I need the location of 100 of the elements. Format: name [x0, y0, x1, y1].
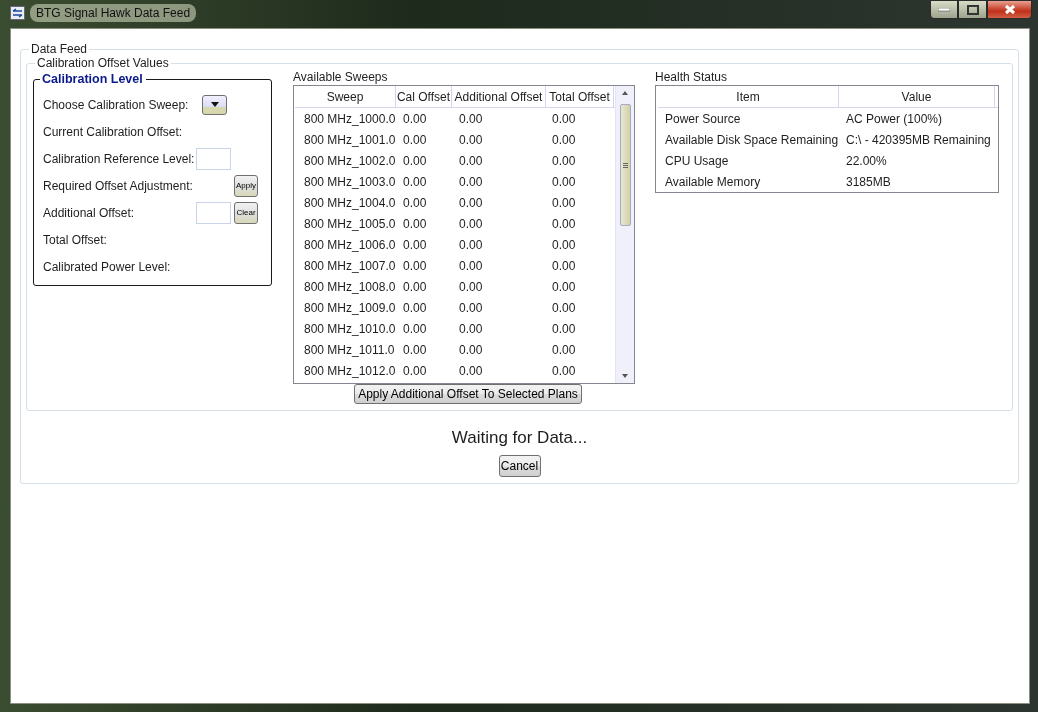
table-cell-text: AC Power (100%): [845, 111, 944, 126]
table-cell-text: 0.00: [551, 237, 577, 252]
table-cell-text: 0.00: [458, 174, 484, 189]
table-cell-text: 0.00: [458, 258, 484, 273]
table-cell-text: 0.00: [551, 195, 577, 210]
cancel-button[interactable]: Cancel: [498, 455, 541, 477]
input-field[interactable]: [196, 147, 231, 170]
grip-icon: [622, 162, 628, 168]
table-cell-text: 800 MHz_1000.0: [303, 111, 396, 126]
table-cell-text: 0.00: [551, 111, 577, 126]
apply-offset-button[interactable]: Apply Additional Offset To Selected Plans: [354, 384, 582, 404]
window-title: BTG Signal Hawk Data Feed: [30, 4, 197, 22]
table-cell-text: 0.00: [402, 321, 428, 336]
table-cell-text: 0.00: [551, 153, 577, 168]
table-cell-text: 0.00: [458, 321, 484, 336]
table-cell-text: 0.00: [402, 279, 428, 294]
table-cell-text: 0.00: [551, 216, 577, 231]
table-cell-text: 0.00: [402, 237, 428, 252]
table-cell-text: 3185MB: [845, 174, 892, 189]
table-cell-text: 800 MHz_1004.0: [303, 195, 396, 210]
table-cell-text: 800 MHz_1001.0: [303, 132, 396, 147]
table-cell-text: 0.00: [402, 174, 428, 189]
field-label: Current Calibration Offset:: [43, 124, 184, 139]
column-header[interactable]: Additional Offset: [452, 86, 546, 107]
table-cell-text: 0.00: [402, 111, 428, 126]
table-cell-text: 0.00: [402, 216, 428, 231]
input-field[interactable]: [196, 201, 231, 224]
table-cell-text: 0.00: [402, 342, 428, 357]
table-cell-text: 0.00: [551, 321, 577, 336]
table-cell-text: 0.00: [551, 363, 577, 378]
table-cell-text: 0.00: [551, 132, 577, 147]
table-cell-text: 0.00: [458, 132, 484, 147]
table-cell-text: 0.00: [402, 153, 428, 168]
table-cell-text: 0.00: [458, 111, 484, 126]
field-label: Choose Calibration Sweep:: [43, 97, 190, 112]
table-cell-text: 800 MHz_1006.0: [303, 237, 396, 252]
table-cell-text: 0.00: [551, 300, 577, 315]
table-cell-text: 0.00: [402, 258, 428, 273]
table-cell-text: 0.00: [458, 153, 484, 168]
table-cell-text: CPU Usage: [664, 153, 730, 168]
close-button[interactable]: [987, 0, 1032, 19]
caret-icon: [210, 102, 219, 107]
column-header[interactable]: Total Offset: [546, 86, 614, 107]
table-cell-text: 0.00: [458, 279, 484, 294]
table-cell-text: 800 MHz_1009.0: [303, 300, 396, 315]
field-label: Calibrated Power Level:: [43, 259, 172, 274]
table-cell-text: 800 MHz_1008.0: [303, 279, 396, 294]
table-cell-text: 0.00: [402, 300, 428, 315]
table-cell-text: 0.00: [402, 132, 428, 147]
field-label: Total Offset:: [43, 232, 108, 247]
group-title: Data Feed: [30, 42, 89, 56]
table-cell-text: 0.00: [458, 216, 484, 231]
table-cell-text: 0.00: [551, 279, 577, 294]
scrollbar[interactable]: [615, 86, 634, 383]
minimize-icon: [938, 7, 950, 12]
table-cell-text: 0.00: [458, 363, 484, 378]
clear-button[interactable]: Clear: [234, 201, 258, 224]
table-cell-text: 0.00: [551, 342, 577, 357]
column-header[interactable]: Sweep: [295, 86, 396, 107]
panel-title: Calibration Level: [40, 72, 146, 86]
table-cell-text: Available Disk Space Remaining: [664, 132, 839, 147]
table-cell-text: 0.00: [458, 300, 484, 315]
table-cell-text: 0.00: [402, 363, 428, 378]
table-cell-text: 800 MHz_1010.0: [303, 321, 396, 336]
table-cell-text: 800 MHz_1002.0: [303, 153, 396, 168]
table-cell-text: 22.00%: [845, 153, 888, 168]
scroll-thumb[interactable]: [619, 104, 631, 226]
sweep-dropdown[interactable]: [202, 94, 227, 115]
table-cell-text: 0.00: [458, 195, 484, 210]
maximize-icon: [966, 4, 979, 15]
section-title: Available Sweeps: [293, 70, 389, 84]
table-cell-text: 0.00: [551, 258, 577, 273]
table-cell-text: 0.00: [402, 195, 428, 210]
group-title: Calibration Offset Values: [36, 56, 170, 70]
table-cell-text: 0.00: [458, 342, 484, 357]
app-icon: [10, 6, 25, 20]
table-cell-text: 800 MHz_1011.0: [303, 342, 396, 357]
table-cell-text: 800 MHz_1005.0: [303, 216, 396, 231]
scroll-up-icon[interactable]: [622, 91, 628, 95]
field-label: Required Offset Adjustment:: [43, 178, 194, 193]
column-header[interactable]: Item: [658, 86, 839, 107]
table-cell-text: Power Source: [664, 111, 742, 126]
field-label: Additional Offset:: [43, 205, 136, 220]
table-cell-text: 0.00: [551, 174, 577, 189]
column-header[interactable]: Value: [839, 86, 995, 107]
table-cell-text: 800 MHz_1012.0: [303, 363, 396, 378]
apply-button[interactable]: Apply: [234, 174, 258, 197]
status-message: Waiting for Data...: [450, 428, 589, 448]
table-cell-text: 800 MHz_1003.0: [303, 174, 396, 189]
section-title: Health Status: [655, 70, 729, 84]
table-cell-text: 0.00: [458, 237, 484, 252]
table-cell-text: C:\ - 420395MB Remaining: [845, 132, 992, 147]
minimize-button[interactable]: [930, 0, 958, 19]
scroll-down-icon[interactable]: [622, 374, 628, 378]
table-cell-text: 800 MHz_1007.0: [303, 258, 396, 273]
column-header[interactable]: Cal Offset: [396, 86, 452, 107]
maximize-button[interactable]: [958, 0, 987, 19]
field-label: Calibration Reference Level:: [43, 151, 196, 166]
close-icon: [1003, 4, 1016, 15]
table-cell-text: Available Memory: [664, 174, 762, 189]
